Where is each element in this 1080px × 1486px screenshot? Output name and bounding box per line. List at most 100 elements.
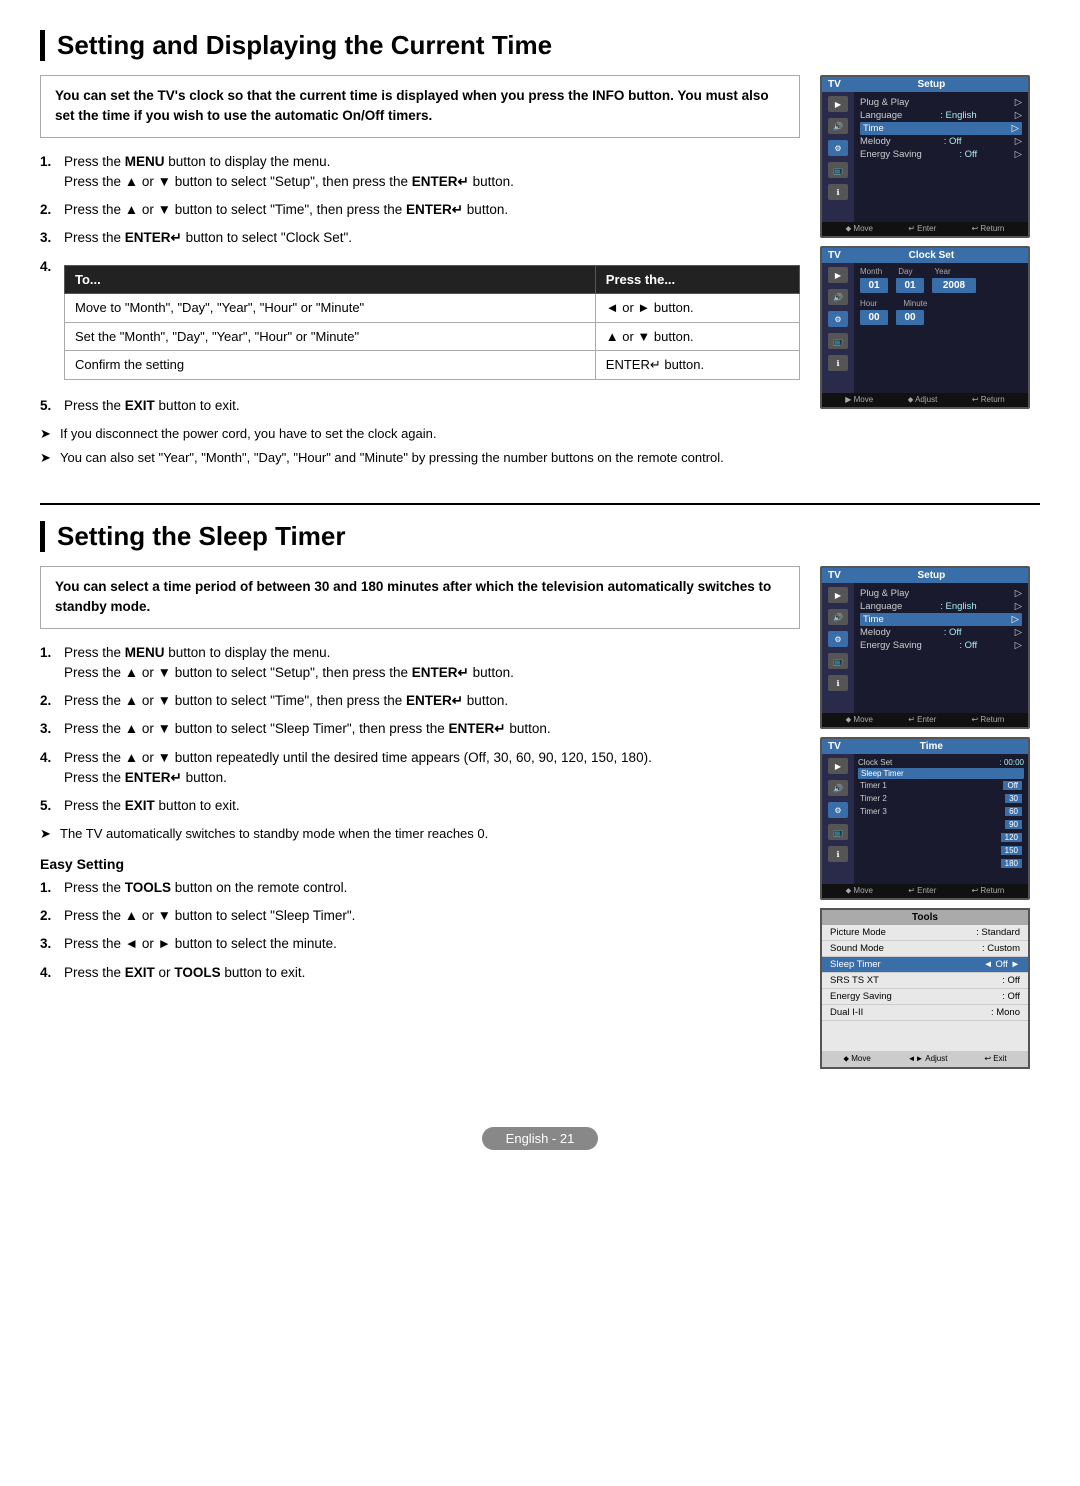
tv-body: ▶ 🔊 ⚙ 📺 ℹ Month Day Year (822, 263, 1028, 393)
table-cell: Set the "Month", "Day", "Year", "Hour" o… (65, 322, 596, 351)
table-col2: Press the... (595, 265, 799, 294)
tools-item-picture: Picture Mode: Standard (822, 925, 1028, 941)
step1-1: 1. Press the MENU button to display the … (40, 152, 800, 193)
timer-item: 120 (858, 833, 1024, 842)
tv-bottom-bar: ▶ Move⬥ Adjust↩ Return (822, 393, 1028, 407)
tv-icon-1: ▶ (828, 587, 848, 603)
section1-title: Setting and Displaying the Current Time (40, 30, 1040, 61)
step2-4: 4. Press the ▲ or ▼ button repeatedly un… (40, 748, 800, 789)
step4-table: To... Press the... Move to "Month", "Day… (64, 265, 800, 380)
tv-sidebar: ▶ 🔊 ⚙ 📺 ℹ (822, 583, 854, 713)
screen-title: Setup (918, 570, 946, 581)
tv-tools-screen: Tools Picture Mode: Standard Sound Mode:… (820, 908, 1030, 1069)
section2-instructions: You can select a time period of between … (40, 566, 800, 991)
timer-item: Timer 360 (858, 807, 1024, 816)
tv-icon-5: ℹ (828, 846, 848, 862)
note2-1: ➤ The TV automatically switches to stand… (40, 824, 800, 844)
tv-title-bar: TV Setup (822, 568, 1028, 583)
easy-setting-title: Easy Setting (40, 856, 800, 872)
tv-label: TV (828, 570, 841, 581)
tv-label: TV (828, 741, 841, 752)
tv-icon-4: 📺 (828, 162, 848, 178)
section2-title: Setting the Sleep Timer (40, 521, 1040, 552)
tv-icon-4: 📺 (828, 333, 848, 349)
clock-hour: 00 (860, 310, 888, 325)
timer-item: 90 (858, 820, 1024, 829)
timer-item: 180 (858, 859, 1024, 868)
easy-step-4: 4. Press the EXIT or TOOLS button to exi… (40, 963, 800, 983)
tools-item-sound: Sound Mode: Custom (822, 941, 1028, 957)
tv-title-bar: TV Time (822, 739, 1028, 754)
tv-title-bar: TV Clock Set (822, 248, 1028, 263)
tv-content: Plug & Play▷ Language: English▷ Time▷ Me… (854, 92, 1028, 222)
tv-sidebar: ▶ 🔊 ⚙ 📺 ℹ (822, 754, 854, 884)
clock-labels-row1: Month Day Year (860, 267, 1022, 276)
tv-label: TV (828, 79, 841, 90)
tv-icon-3: ⚙ (828, 140, 848, 156)
clock-day: 01 (896, 278, 924, 293)
tv-title-bar: TV Setup (822, 77, 1028, 92)
menu-item: Energy Saving: Off▷ (860, 148, 1022, 161)
tv-body: ▶ 🔊 ⚙ 📺 ℹ Plug & Play▷ Language: Englis (822, 583, 1028, 713)
section1-body: You can set the TV's clock so that the c… (40, 75, 1040, 473)
tv-content: Plug & Play▷ Language: English▷ Time▷ Me… (854, 583, 1028, 713)
table-cell: Confirm the setting (65, 351, 596, 380)
tools-bottom: ⬥ Move◄► Adjust↩ Exit (822, 1051, 1028, 1067)
table-cell: Move to "Month", "Day", "Year", "Hour" o… (65, 294, 596, 323)
section2-intro-text: You can select a time period of between … (55, 579, 771, 614)
tv-content: Clock Set: 00:00 Sleep Timer Timer 1Off (854, 754, 1028, 884)
table-row: Set the "Month", "Day", "Year", "Hour" o… (65, 322, 800, 351)
note1-2: ➤ You can also set "Year", "Month", "Day… (40, 448, 800, 468)
tv-icon-1: ▶ (828, 267, 848, 283)
tv-body: ▶ 🔊 ⚙ 📺 ℹ Clock Set: 00:00 Sleep Timer (822, 754, 1028, 884)
tools-item-dual: Dual I-II: Mono (822, 1005, 1028, 1021)
footer-badge: English - 21 (482, 1127, 599, 1150)
menu-item: Clock Set: 00:00 (858, 757, 1024, 768)
tv-bottom-bar: ⬥ Move↵ Enter↩ Return (822, 884, 1028, 898)
tv-icon-2: 🔊 (828, 289, 848, 305)
table-cell: ENTER↵ button. (595, 351, 799, 380)
tools-item-sleep: Sleep Timer◄ Off ► (822, 957, 1028, 973)
section2-intro: You can select a time period of between … (40, 566, 800, 629)
clock-month: 01 (860, 278, 888, 293)
menu-item: Language: English▷ (860, 109, 1022, 122)
tv-icon-2: 🔊 (828, 780, 848, 796)
easy-step-1: 1. Press the TOOLS button on the remote … (40, 878, 800, 898)
section2-screenshots: TV Setup ▶ 🔊 ⚙ 📺 ℹ (820, 566, 1040, 1069)
tv-clock-content: Month Day Year 01 01 2008 Hour (854, 263, 1028, 393)
tv-icon-1: ▶ (828, 758, 848, 774)
step2-5: 5. Press the EXIT button to exit. (40, 796, 800, 816)
footer: English - 21 (40, 1119, 1040, 1158)
tv-icon-1: ▶ (828, 96, 848, 112)
easy-step-2: 2. Press the ▲ or ▼ button to select "Sl… (40, 906, 800, 926)
easy-setting-block: Easy Setting 1. Press the TOOLS button o… (40, 856, 800, 983)
step1-5: 5. Press the EXIT button to exit. (40, 396, 800, 416)
screen-title: Time (920, 741, 943, 752)
tools-title: Tools (822, 910, 1028, 925)
tv-setup-screen: TV Setup ▶ 🔊 ⚙ 📺 ℹ (820, 75, 1030, 238)
table-cell: ▲ or ▼ button. (595, 322, 799, 351)
tv-icon-5: ℹ (828, 184, 848, 200)
screen-title: Clock Set (909, 250, 955, 261)
menu-item: Plug & Play▷ (860, 587, 1022, 600)
tv-bottom-bar: ⬥ Move↵ Enter↩ Return (822, 222, 1028, 236)
menu-item: Plug & Play▷ (860, 96, 1022, 109)
tv-icon-2: 🔊 (828, 118, 848, 134)
tv-icon-3: ⚙ (828, 802, 848, 818)
menu-item: Language: English▷ (860, 600, 1022, 613)
clock-labels-row2: Hour Minute (860, 299, 1022, 308)
menu-item-sleep: Sleep Timer (858, 768, 1024, 779)
clock-values-row1: 01 01 2008 (860, 278, 1022, 293)
timer-item: Timer 230 (858, 794, 1024, 803)
tv-label: TV (828, 250, 841, 261)
step2-1: 1. Press the MENU button to display the … (40, 643, 800, 684)
section-divider (40, 503, 1040, 505)
tv-body: ▶ 🔊 ⚙ 📺 ℹ Plug & Play▷ Language: Englis (822, 92, 1028, 222)
table-row: Confirm the setting ENTER↵ button. (65, 351, 800, 380)
section1-screenshots: TV Setup ▶ 🔊 ⚙ 📺 ℹ (820, 75, 1040, 409)
tv-icon-3: ⚙ (828, 631, 848, 647)
tv-icon-3: ⚙ (828, 311, 848, 327)
easy-step-3: 3. Press the ◄ or ► button to select the… (40, 934, 800, 954)
table-col1: To... (65, 265, 596, 294)
tv-icon-5: ℹ (828, 355, 848, 371)
